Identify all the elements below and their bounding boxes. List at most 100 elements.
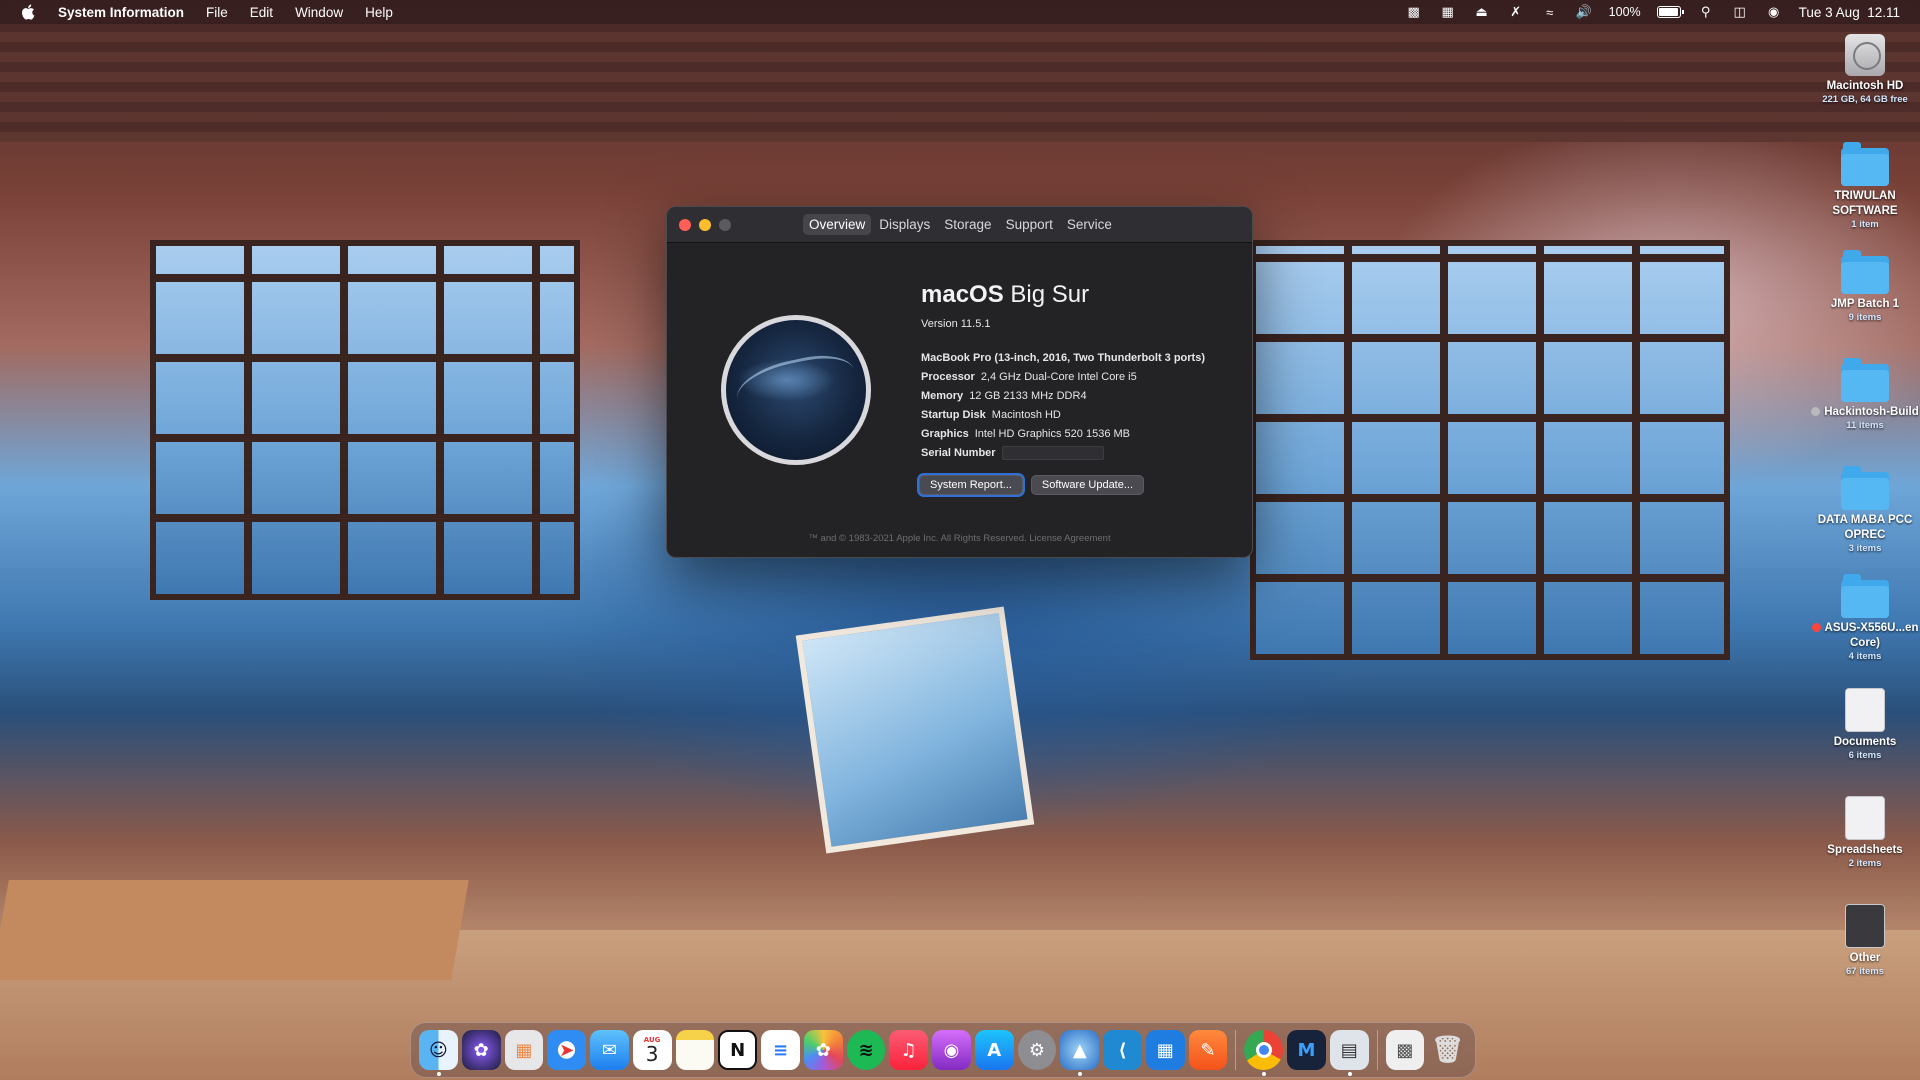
tab-displays[interactable]: Displays (873, 214, 936, 235)
chrome-icon[interactable] (1244, 1030, 1284, 1076)
desktop-icon-info: 1 item (1851, 219, 1879, 230)
dock-separator (1235, 1030, 1237, 1070)
macos-big-sur-logo (721, 315, 871, 465)
desktop-icon-hackintosh-build[interactable]: Hackintosh-Build 11 items (1810, 358, 1920, 432)
desktop-icon-label: TRIWULAN SOFTWARE (1832, 190, 1898, 217)
menu-edit[interactable]: Edit (250, 5, 273, 20)
eject-icon[interactable]: ⏏ (1473, 4, 1491, 20)
malwarebytes-icon[interactable]: M (1287, 1030, 1326, 1070)
battery-percent[interactable]: 100% (1609, 5, 1641, 19)
calendar-day: 3 (645, 1041, 659, 1066)
launchpad-icon[interactable]: ▦ (504, 1030, 544, 1070)
desktop-icon-data-maba-pcc-oprec[interactable]: DATA MABA PCC OPREC 3 items (1810, 466, 1920, 555)
menu-clock[interactable]: Tue 3 Aug 12.11 (1799, 5, 1900, 20)
mail-icon[interactable]: ✉ (590, 1030, 629, 1070)
siri-dock-icon[interactable]: ✿ (461, 1030, 501, 1070)
app-store-icon[interactable]: A (974, 1030, 1014, 1070)
calendar-icon[interactable]: AUG 3 (632, 1030, 672, 1070)
tab-service[interactable]: Service (1061, 214, 1118, 235)
desktop-icon-info: 67 items (1845, 966, 1885, 977)
apple-icon[interactable] (20, 3, 38, 21)
model-name: MacBook Pro (13-inch, 2016, Two Thunderb… (921, 352, 1205, 364)
vscode-icon[interactable]: ⟨ (1103, 1030, 1142, 1070)
menu-file[interactable]: File (206, 5, 228, 20)
tab-overview[interactable]: Overview (803, 214, 872, 235)
folder-icon (1841, 142, 1889, 186)
battery-icon[interactable] (1656, 6, 1684, 18)
desktop-icon-macintosh-hd[interactable]: Macintosh HD 221 GB, 64 GB free (1810, 34, 1920, 106)
preview-icon[interactable]: ▤ (1329, 1030, 1369, 1076)
gray-tag-dot (1811, 407, 1821, 417)
bluetooth-icon[interactable]: ✗ (1507, 4, 1525, 20)
siri-icon[interactable]: ◉ (1765, 4, 1783, 20)
wallpaper-easel-painting (795, 606, 1035, 854)
minimize-button[interactable] (699, 218, 711, 231)
trello-icon[interactable]: ▦ (1145, 1030, 1185, 1070)
desktop-icon-label-wrap: Hackintosh-Build (1810, 405, 1920, 420)
tab-support[interactable]: Support (1000, 214, 1059, 235)
system-information-icon[interactable]: ▲ (1060, 1030, 1100, 1076)
tab-storage[interactable]: Storage (938, 214, 997, 235)
spotify-icon[interactable]: ≋ (846, 1030, 886, 1070)
desktop-icon-label: ASUS-X556U...en Core) (1824, 622, 1919, 649)
finder-icon[interactable]: ☺ (419, 1030, 458, 1076)
folder-icon (1841, 466, 1889, 510)
downloads-stack-icon[interactable]: ▩ (1385, 1030, 1425, 1070)
folder-icon (1841, 250, 1889, 294)
volume-icon[interactable]: 🔊 (1575, 4, 1593, 20)
software-update-button[interactable]: Software Update... (1030, 475, 1145, 495)
window-titlebar[interactable]: Overview Displays Storage Support Servic… (667, 207, 1252, 243)
menu-bar-extras: ▩ ▦ ⏏ ✗ ≈ 🔊 100% ⚲ ◫ ◉ Tue 3 Aug 12.11 (1405, 4, 1900, 20)
control-center-icon[interactable]: ◫ (1731, 4, 1749, 20)
desktop-icon-jmp-batch-1[interactable]: JMP Batch 1 9 items (1810, 250, 1920, 324)
os-name-bold: macOS (921, 281, 1004, 308)
desktop-icon-asus-x556u[interactable]: ASUS-X556U...en Core) 4 items (1810, 574, 1920, 663)
reminders-icon[interactable]: ≡ (761, 1030, 800, 1070)
desktop-icon-info: 2 items (1848, 858, 1882, 869)
desktop-icon-info: 11 items (1846, 420, 1884, 431)
notion-icon[interactable]: N (718, 1030, 758, 1070)
menu-window[interactable]: Window (295, 5, 343, 20)
memory-label: Memory (921, 390, 964, 402)
menu-help[interactable]: Help (365, 5, 393, 20)
desktop-icon-label: DATA MABA PCC OPREC (1817, 514, 1913, 541)
pen-tool-icon[interactable]: ✎ (1188, 1030, 1228, 1070)
desktop-icon-label: JMP Batch 1 (1830, 298, 1900, 310)
spotlight-search-icon[interactable]: ⚲ (1697, 4, 1715, 20)
system-preferences-icon[interactable]: ⚙ (1017, 1030, 1057, 1070)
spreadsheet-stack-icon (1845, 796, 1885, 840)
desktop-icon-documents[interactable]: Documents 6 items (1810, 688, 1920, 762)
copyright-footer: ™ and © 1983-2021 Apple Inc. All Rights … (808, 533, 1111, 544)
music-icon[interactable]: ♫ (889, 1030, 929, 1070)
desktop-icon-other[interactable]: Other 67 items (1810, 904, 1920, 978)
photos-icon[interactable]: ✿ (803, 1030, 843, 1070)
wifi-icon[interactable]: ≈ (1541, 4, 1559, 20)
overview-panel: macOS Big Sur Version 11.5.1 MacBook Pro… (667, 243, 1252, 557)
close-button[interactable] (679, 218, 691, 231)
dock-separator (1376, 1030, 1378, 1070)
trash-icon[interactable]: 🗑 (1428, 1030, 1467, 1070)
layout-icon[interactable]: ▦ (1439, 4, 1457, 20)
battery-level-fill (1658, 8, 1678, 16)
desktop-icon-label: Macintosh HD (1826, 80, 1904, 92)
podcasts-icon[interactable]: ◉ (932, 1030, 971, 1070)
menu-app-name[interactable]: System Information (58, 5, 184, 20)
wallpaper-table (0, 880, 469, 980)
desktop-icon-spreadsheets[interactable]: Spreadsheets 2 items (1810, 796, 1920, 870)
notes-icon[interactable] (675, 1030, 715, 1070)
desktop-icon-info: 3 items (1848, 543, 1882, 554)
safari-icon[interactable]: ➤ (547, 1030, 586, 1070)
folder-icon (1841, 574, 1889, 618)
system-report-button[interactable]: System Report... (919, 475, 1023, 495)
graphics-label: Graphics (921, 428, 969, 440)
about-this-mac-window: Overview Displays Storage Support Servic… (666, 206, 1253, 558)
red-tag-dot (1811, 623, 1821, 633)
wallpaper-ceiling (0, 22, 1920, 142)
desktop-icon-info: 221 GB, 64 GB free (1822, 94, 1908, 105)
folder-icon (1841, 358, 1889, 402)
android-icon[interactable]: ▩ (1405, 4, 1423, 20)
startup-disk-value: Macintosh HD (991, 409, 1061, 421)
desktop-icon-triwulan-software[interactable]: TRIWULAN SOFTWARE 1 item (1810, 142, 1920, 231)
document-stack-icon (1845, 688, 1885, 732)
desktop-icon-info: 6 items (1848, 750, 1882, 761)
